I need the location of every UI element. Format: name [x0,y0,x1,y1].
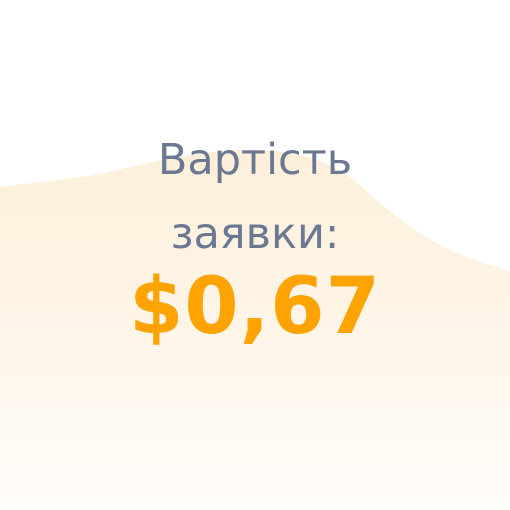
cost-label-line2: заявки: [170,209,340,259]
cost-label-line1: Вартість [157,135,353,185]
price-card: Вартість заявки: $0,67 [0,0,510,510]
price-value: $0,67 [129,262,381,352]
